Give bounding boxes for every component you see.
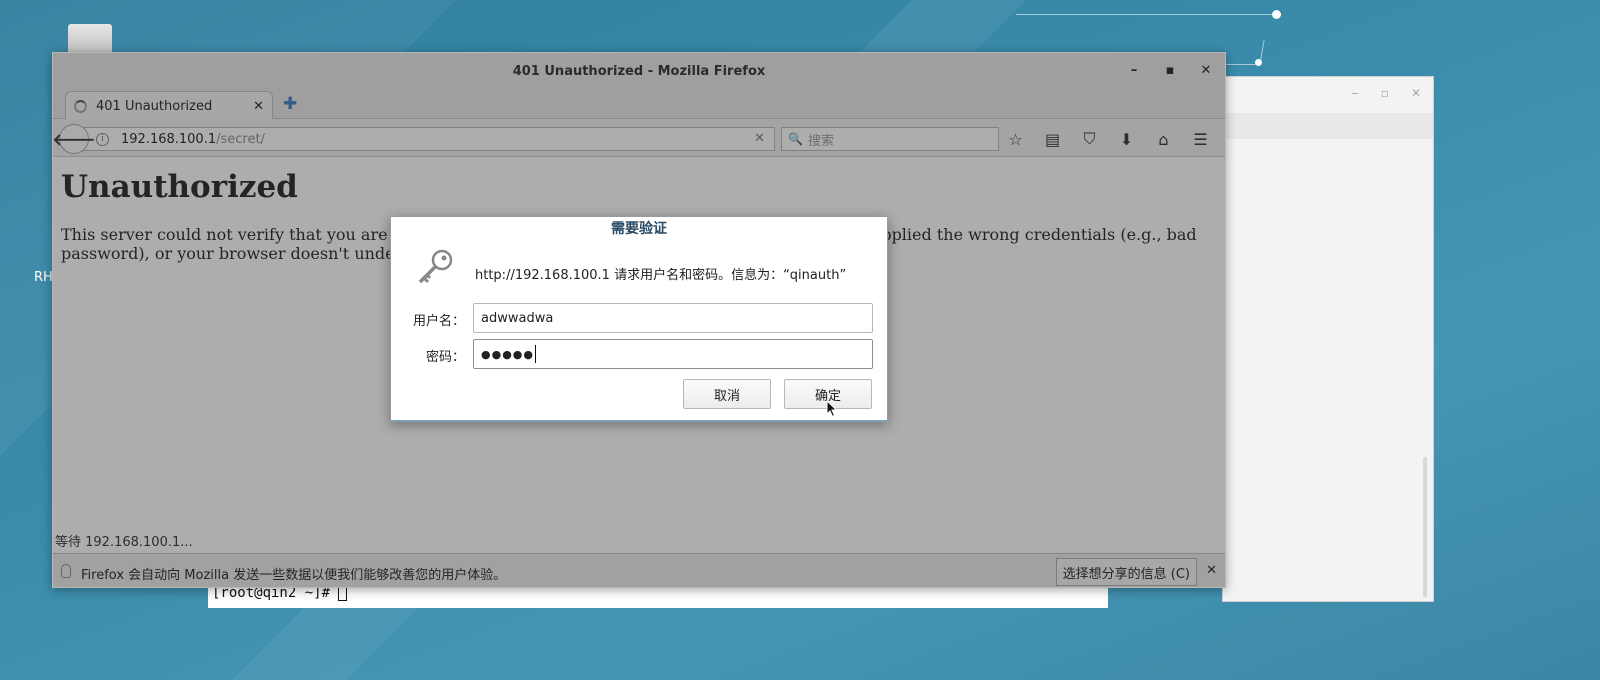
page-heading: Unauthorized — [61, 169, 298, 205]
minimize-icon[interactable]: – — [1123, 61, 1145, 79]
notification-bar: Firefox 会自动向 Mozilla 发送一些数据以便我们能够改善您的用户体… — [53, 553, 1225, 587]
desktop-decoration-dot — [1255, 59, 1262, 66]
cancel-label: 取消 — [713, 388, 740, 404]
navigation-toolbar: i 192.168.100.1/secret/ ✕ 🡐 🔍 搜索 ☆ ▤ ⛉ ⬇… — [53, 119, 1225, 157]
tab-title: 401 Unauthorized — [96, 98, 213, 114]
url-host: 192.168.100.1 — [121, 131, 217, 147]
toolbar-icons: ☆ ▤ ⛉ ⬇ ⌂ ☰ — [997, 126, 1219, 152]
back-button[interactable]: 🡐 — [53, 124, 95, 154]
cancel-button[interactable]: 取消 — [683, 379, 771, 409]
password-field[interactable]: ●●●●● — [473, 339, 873, 369]
close-icon[interactable]: ✕ — [1411, 86, 1421, 100]
bookmark-star-icon[interactable]: ☆ — [997, 126, 1034, 152]
close-icon[interactable]: ✕ — [1195, 61, 1217, 79]
search-icon: 🔍 — [788, 132, 803, 146]
url-path: /secret/ — [216, 131, 265, 147]
new-tab-icon[interactable]: ✚ — [283, 94, 297, 114]
dialog-bottom-border — [391, 420, 887, 422]
background-window-toolbar — [1223, 113, 1433, 139]
mouse-pointer-icon — [826, 400, 838, 418]
loading-spinner-icon — [74, 99, 87, 113]
window-controls: – ▪ ✕ — [1123, 61, 1217, 79]
desktop-icon-label: RH — [34, 270, 53, 285]
desktop-decoration-line — [1016, 14, 1276, 15]
site-info-icon[interactable]: i — [96, 132, 109, 146]
menu-hamburger-icon[interactable]: ☰ — [1182, 126, 1219, 152]
dialog-title: 需要验证 — [611, 221, 667, 237]
choose-share-button[interactable]: 选择想分享的信息 (C) — [1055, 558, 1197, 586]
choose-share-label: 选择想分享的信息 (C) — [1062, 566, 1190, 582]
text-caret — [535, 345, 536, 363]
url-bar[interactable]: i 192.168.100.1/secret/ ✕ — [83, 127, 775, 151]
desktop-folder-icon[interactable] — [68, 24, 112, 54]
username-field[interactable]: adwwadwa — [473, 303, 873, 333]
pocket-icon[interactable]: ⛉ — [1071, 126, 1108, 152]
notification-close-icon[interactable]: ✕ — [1206, 563, 1217, 578]
dialog-message: http://192.168.100.1 请求用户名和密码。信息为：“qinau… — [475, 268, 847, 283]
notification-info-icon — [61, 564, 71, 578]
tab-unauthorized[interactable]: 401 Unauthorized ✕ — [65, 91, 273, 120]
password-label: 密码： — [425, 350, 465, 365]
maximize-icon[interactable]: ▪ — [1159, 61, 1181, 79]
background-window-controls: ‒ ▫ ✕ — [1351, 86, 1421, 100]
window-titlebar[interactable]: 401 Unauthorized - Mozilla Firefox – ▪ ✕ — [53, 53, 1225, 89]
maximize-icon[interactable]: ▫ — [1381, 86, 1389, 100]
search-placeholder: 搜索 — [807, 133, 834, 149]
key-icon — [418, 249, 453, 284]
search-input[interactable]: 🔍 搜索 — [781, 127, 999, 151]
status-text: 等待 192.168.100.1... — [55, 535, 193, 550]
background-window-scrollbar[interactable] — [1423, 457, 1427, 597]
username-value: adwwadwa — [481, 310, 554, 326]
auth-dialog: 需要验证 http://192.168.100.1 请求用户名和密码。信息为：“… — [390, 216, 888, 422]
notification-text: Firefox 会自动向 Mozilla 发送一些数据以便我们能够改善您的用户体… — [81, 568, 507, 583]
password-mask: ●●●●● — [481, 347, 534, 361]
background-window[interactable]: ‒ ▫ ✕ — [1222, 76, 1434, 602]
tab-close-icon[interactable]: ✕ — [253, 99, 264, 114]
username-label: 用户名： — [412, 314, 465, 329]
arrow-left-icon: 🡐 — [52, 130, 96, 149]
home-icon[interactable]: ⌂ — [1145, 126, 1182, 152]
tab-bar: 401 Unauthorized ✕ ✚ — [53, 89, 1225, 120]
downloads-icon[interactable]: ⬇ — [1108, 126, 1145, 152]
desktop-decoration-dot — [1272, 10, 1281, 19]
reading-list-icon[interactable]: ▤ — [1034, 126, 1071, 152]
minimize-icon[interactable]: ‒ — [1351, 86, 1359, 100]
window-title: 401 Unauthorized - Mozilla Firefox — [512, 63, 766, 79]
stop-loading-icon[interactable]: ✕ — [754, 131, 765, 146]
